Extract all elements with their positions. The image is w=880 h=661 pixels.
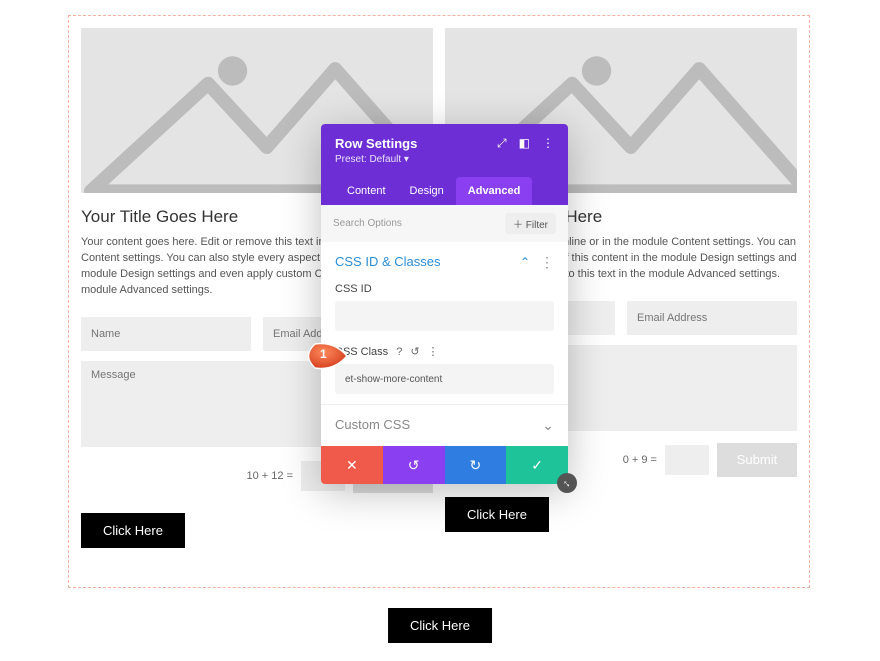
search-options-input[interactable]: Search Options [333, 218, 402, 229]
reset-icon[interactable]: ↺ [410, 345, 419, 358]
modal-title: Row Settings [335, 136, 417, 151]
center-cta-button[interactable]: Click Here [388, 608, 492, 643]
css-id-label-text: CSS ID [335, 283, 372, 295]
submit-button[interactable]: Submit [717, 443, 797, 477]
kebab-icon[interactable]: ⋮ [542, 136, 554, 151]
captcha-question: 10 + 12 = [247, 470, 294, 482]
chevron-up-icon[interactable]: ⌃ [520, 255, 530, 269]
css-id-input[interactable] [335, 301, 554, 331]
email-field[interactable] [627, 301, 797, 335]
row-settings-modal: Row Settings ⤢ ◧ ⋮ Preset: Default ▾ Con… [321, 124, 568, 484]
captcha-answer[interactable] [665, 445, 709, 475]
help-icon[interactable]: ? [396, 346, 402, 358]
cancel-button[interactable]: ✕ [321, 446, 383, 484]
chevron-down-icon[interactable]: ⌄ [542, 418, 554, 432]
expand-icon[interactable]: ⤢ [497, 136, 507, 151]
snap-icon[interactable]: ◧ [519, 136, 530, 151]
filter-label: Filter [526, 220, 548, 231]
tab-design[interactable]: Design [398, 177, 456, 205]
modal-action-bar: ✕ ↺ ↻ ✓ [321, 446, 568, 484]
section-custom-css[interactable]: Custom CSS [335, 417, 410, 432]
undo-button[interactable]: ↺ [383, 446, 445, 484]
css-class-label-text: CSS Class [335, 346, 388, 358]
cta-button[interactable]: Click Here [81, 513, 185, 548]
kebab-icon[interactable]: ⋮ [428, 345, 439, 358]
cta-button[interactable]: Click Here [445, 497, 549, 532]
tab-content[interactable]: Content [335, 177, 398, 205]
name-field[interactable] [81, 317, 251, 351]
css-class-input[interactable] [335, 364, 554, 394]
section-css-id-classes[interactable]: CSS ID & Classes [335, 254, 440, 269]
css-class-label: CSS Class ? ↺ ⋮ [335, 345, 554, 358]
tab-advanced[interactable]: Advanced [456, 177, 533, 205]
captcha-question: 0 + 9 = [623, 454, 657, 466]
kebab-icon[interactable]: ⋮ [540, 255, 554, 269]
modal-header[interactable]: Row Settings ⤢ ◧ ⋮ Preset: Default ▾ Con… [321, 124, 568, 205]
resize-handle[interactable]: ↔ [557, 473, 577, 493]
redo-button[interactable]: ↻ [445, 446, 507, 484]
css-id-label: CSS ID [335, 283, 554, 295]
preset-selector[interactable]: Preset: Default ▾ [335, 154, 554, 165]
filter-button[interactable]: ＋ Filter [505, 213, 556, 234]
